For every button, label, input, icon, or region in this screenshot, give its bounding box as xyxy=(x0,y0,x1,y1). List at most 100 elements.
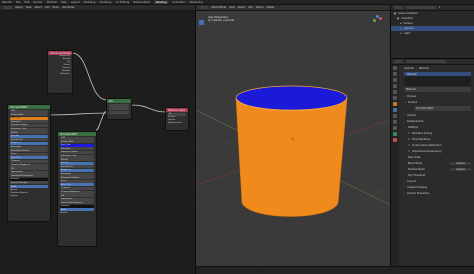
shadow-mode-dropdown[interactable]: Opaque xyxy=(450,167,471,171)
physics-tab-icon[interactable] xyxy=(393,120,397,124)
node-row[interactable]: Sheen xyxy=(60,179,94,183)
node-row[interactable]: IOR xyxy=(60,194,94,198)
node-row[interactable]: Transmission Roughness xyxy=(10,174,48,178)
node-row[interactable]: Alpha xyxy=(10,185,48,189)
node-row[interactable]: Specular xyxy=(10,134,48,138)
editor-type-dropdown[interactable] xyxy=(394,60,403,63)
camera-view-icon[interactable] xyxy=(375,42,380,47)
node-row[interactable]: Sheen xyxy=(10,152,48,156)
node-row[interactable]: GGX xyxy=(60,136,94,140)
output-tab-icon[interactable] xyxy=(393,78,397,82)
axis-z-icon[interactable] xyxy=(376,15,379,18)
axis-y-icon[interactable] xyxy=(373,19,376,22)
material-slot-item[interactable]: Material xyxy=(404,72,471,76)
node-principled-bsdf-2[interactable]: Principled BSDF GGX Random Walk Base Col… xyxy=(57,131,97,247)
menu-blender[interactable]: Blender xyxy=(2,1,12,4)
material-tab-icon[interactable] xyxy=(393,138,397,142)
outliner-search[interactable] xyxy=(406,6,436,9)
node-mix[interactable]: Mix xyxy=(106,98,132,120)
node-row[interactable]: Anisotropic xyxy=(10,145,48,149)
node-row[interactable]: Random Walk xyxy=(60,140,94,144)
tab-shading[interactable]: Shading xyxy=(153,0,169,4)
node-row[interactable]: Roughness xyxy=(60,168,94,172)
section-surface[interactable]: ⌄ Surface xyxy=(400,99,474,105)
node-material-output[interactable]: Material Output All Surface Volume Displ… xyxy=(165,107,189,131)
node-row[interactable]: Transmission xyxy=(60,197,94,201)
properties-editor[interactable]: Cylinder › Material Material Material › P… xyxy=(390,58,474,267)
node-row[interactable]: Transmission xyxy=(10,170,48,174)
object-tab-icon[interactable] xyxy=(393,102,397,106)
outliner[interactable]: ▾ ▣ Scene Collection ▣ Collection ▸ Came… xyxy=(390,5,474,58)
node-row[interactable]: Sheen Tint xyxy=(10,156,48,160)
node-editor[interactable]: Object View Select Add Node Use Nodes Te… xyxy=(0,5,196,274)
data-tab-icon[interactable] xyxy=(393,132,397,136)
particles-tab-icon[interactable] xyxy=(393,114,397,118)
menu-window[interactable]: Window xyxy=(47,1,57,4)
node-row[interactable]: Clearcoat Roughness xyxy=(10,163,48,167)
node-row[interactable]: Emission Strength xyxy=(10,181,48,185)
modifier-tab-icon[interactable] xyxy=(393,108,397,112)
node-texture-coordinate[interactable]: Texture Coordinate Generated Normal UV O… xyxy=(47,50,73,94)
tab-texture-paint[interactable]: Texture Paint xyxy=(133,1,150,4)
node-row[interactable] xyxy=(109,107,129,111)
tab-modeling[interactable]: Modeling xyxy=(84,1,96,4)
node-row[interactable]: IOR xyxy=(10,167,48,171)
material-selector[interactable]: Material xyxy=(404,87,471,92)
editor-type-dropdown[interactable] xyxy=(394,6,403,9)
menu-help[interactable]: Help xyxy=(61,1,67,4)
emission-swatch[interactable]: Emission xyxy=(60,204,94,208)
node-row[interactable]: Specular xyxy=(60,161,94,165)
section-custom-properties[interactable]: › Custom Properties xyxy=(400,190,474,196)
node-row[interactable]: Clearcoat Roughness xyxy=(60,190,94,194)
node-row[interactable] xyxy=(109,110,129,114)
node-principled-bsdf-1[interactable]: Principled BSDF GGX Random Walk Base Col… xyxy=(7,104,51,222)
node-row[interactable]: Sheen Tint xyxy=(60,183,94,187)
node-row[interactable]: Anisotropic xyxy=(60,172,94,176)
axis-x-icon[interactable] xyxy=(379,17,382,20)
node-row[interactable]: Metallic xyxy=(10,131,48,135)
tool-tab-icon[interactable] xyxy=(393,66,397,70)
render-tab-icon[interactable] xyxy=(393,72,397,76)
node-row[interactable]: Subsurface xyxy=(60,147,94,151)
menu-edit[interactable]: Edit xyxy=(24,1,29,4)
node-row[interactable]: Subsurface Radius xyxy=(10,123,48,127)
surface-shader-field[interactable]: Principled BSDF xyxy=(414,106,471,111)
node-row[interactable]: Transmission Roughness xyxy=(60,201,94,205)
tab-sculpting[interactable]: Sculpting xyxy=(99,1,111,4)
navigation-gizmo[interactable] xyxy=(371,15,385,55)
filter-icon[interactable]: ▾ xyxy=(439,6,440,9)
node-row[interactable]: Subsurface xyxy=(10,120,48,124)
zoom-icon[interactable] xyxy=(375,28,380,33)
node-row[interactable]: Specular Tint xyxy=(10,138,48,142)
menu-render[interactable]: Render xyxy=(33,1,42,4)
world-tab-icon[interactable] xyxy=(393,96,397,100)
node-row[interactable]: Specular Tint xyxy=(60,165,94,169)
node-row[interactable]: Anisotropic Rotation xyxy=(10,149,48,153)
node-row[interactable] xyxy=(109,103,129,107)
node-row[interactable]: Subsurface Color xyxy=(10,127,48,131)
node-row[interactable]: Clearcoat xyxy=(60,186,94,190)
constraints-tab-icon[interactable] xyxy=(393,126,397,130)
pan-hand-icon[interactable] xyxy=(375,35,380,40)
blend-mode-dropdown[interactable]: Opaque xyxy=(450,161,471,165)
tab-layout[interactable]: Layout xyxy=(71,1,80,4)
emission-swatch[interactable]: Emission xyxy=(10,177,48,181)
perspective-grid-icon[interactable] xyxy=(375,49,380,54)
node-row[interactable]: Metallic xyxy=(60,158,94,162)
node-row[interactable]: Roughness xyxy=(10,141,48,145)
tab-uv-editing[interactable]: UV Editing xyxy=(116,1,130,4)
base-color-swatch[interactable]: Base Color xyxy=(60,143,94,147)
view-layer-tab-icon[interactable] xyxy=(393,84,397,88)
node-row[interactable]: Clearcoat xyxy=(10,159,48,163)
node-row[interactable]: Random Walk xyxy=(10,113,48,117)
menu-file[interactable]: File xyxy=(16,1,20,4)
properties-search[interactable] xyxy=(406,60,446,63)
outliner-item-light[interactable]: ✦ Light xyxy=(391,31,474,36)
scene-tab-icon[interactable] xyxy=(393,90,397,94)
tab-animation[interactable]: Animation xyxy=(172,1,185,4)
node-row[interactable]: Subsurface Radius xyxy=(60,150,94,154)
3d-viewport[interactable]: Object Mode View Select Add Object Globa… xyxy=(196,5,390,266)
material-slot-list[interactable]: Material xyxy=(404,72,471,86)
node-row[interactable]: Subsurface Color xyxy=(60,154,94,158)
base-color-swatch[interactable]: Base Color xyxy=(10,116,48,120)
